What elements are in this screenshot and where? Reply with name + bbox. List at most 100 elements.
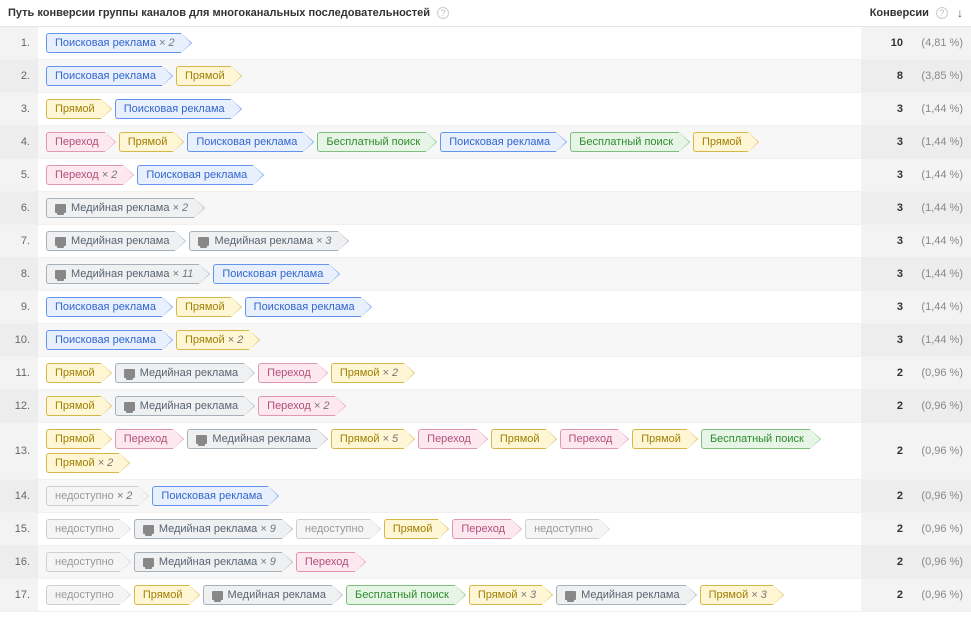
row-conversions: 3 bbox=[861, 291, 911, 324]
channel-chip-label: Медийная реклама bbox=[159, 520, 257, 538]
row-path: недоступноМедийная реклама× 9недоступноП… bbox=[38, 513, 861, 546]
row-index: 7. bbox=[0, 225, 38, 258]
row-conversions: 2 bbox=[861, 546, 911, 579]
channel-chip-unavailable: недоступно bbox=[46, 585, 120, 605]
channel-chip-paid_search: Поисковая реклама bbox=[46, 66, 162, 86]
table-row[interactable]: 14.недоступно× 2Поисковая реклама2(0,96 … bbox=[0, 480, 971, 513]
channel-chip-direct: Прямой bbox=[46, 99, 101, 119]
channel-chip-label: Прямой bbox=[55, 397, 95, 415]
row-index: 2. bbox=[0, 60, 38, 93]
row-percent: (0,96 %) bbox=[911, 423, 971, 480]
table-row[interactable]: 16.недоступноМедийная реклама× 9Переход2… bbox=[0, 546, 971, 579]
table-row[interactable]: 11.ПрямойМедийная рекламаПереходПрямой× … bbox=[0, 357, 971, 390]
row-conversions: 8 bbox=[861, 60, 911, 93]
channel-chip-label: Прямой bbox=[143, 586, 183, 604]
table-row[interactable]: 10.Поисковая рекламаПрямой× 23(1,44 %) bbox=[0, 324, 971, 357]
channel-chip-display: Медийная реклама× 2 bbox=[46, 198, 194, 218]
row-percent: (0,96 %) bbox=[911, 390, 971, 423]
channel-chip-label: Поисковая реклама bbox=[449, 133, 550, 151]
row-percent: (1,44 %) bbox=[911, 126, 971, 159]
display-icon bbox=[55, 204, 66, 213]
channel-chip-unavailable: недоступно bbox=[296, 519, 370, 539]
channel-chip-label: Прямой bbox=[340, 364, 380, 382]
channel-chip-referral: Переход bbox=[560, 429, 619, 449]
column-header-conversions-label: Конверсии bbox=[870, 7, 929, 19]
channel-chip-direct: Прямой bbox=[693, 132, 748, 152]
row-conversions: 2 bbox=[861, 513, 911, 546]
display-icon bbox=[565, 591, 576, 600]
table-row[interactable]: 2.Поисковая рекламаПрямой8(3,85 %) bbox=[0, 60, 971, 93]
channel-chip-label: Прямой bbox=[185, 331, 225, 349]
table-row[interactable]: 1.Поисковая реклама× 210(4,81 %) bbox=[0, 27, 971, 60]
channel-chip-unavailable: недоступно bbox=[46, 552, 120, 572]
table-row[interactable]: 13.ПрямойПереходМедийная рекламаПрямой× … bbox=[0, 423, 971, 480]
table-row[interactable]: 12.ПрямойМедийная рекламаПереход× 22(0,9… bbox=[0, 390, 971, 423]
channel-chip-label: недоступно bbox=[305, 520, 364, 538]
table-row[interactable]: 6.Медийная реклама× 23(1,44 %) bbox=[0, 192, 971, 225]
display-icon bbox=[198, 237, 209, 246]
channel-chip-label: Прямой bbox=[500, 430, 540, 448]
row-index: 14. bbox=[0, 480, 38, 513]
table-row[interactable]: 5.Переход× 2Поисковая реклама3(1,44 %) bbox=[0, 159, 971, 192]
row-path: недоступноМедийная реклама× 9Переход bbox=[38, 546, 861, 579]
help-icon[interactable]: ? bbox=[936, 7, 948, 19]
table-row[interactable]: 8.Медийная реклама× 11Поисковая реклама3… bbox=[0, 258, 971, 291]
channel-chip-unavailable: недоступно× 2 bbox=[46, 486, 138, 506]
channel-chip-multiplier: × 11 bbox=[172, 265, 193, 283]
table-row[interactable]: 9.Поисковая рекламаПрямойПоисковая рекла… bbox=[0, 291, 971, 324]
channel-chip-label: Переход bbox=[267, 397, 311, 415]
row-index: 15. bbox=[0, 513, 38, 546]
channel-chip-referral: Переход bbox=[452, 519, 511, 539]
row-conversions: 2 bbox=[861, 390, 911, 423]
row-conversions: 3 bbox=[861, 192, 911, 225]
row-percent: (1,44 %) bbox=[911, 159, 971, 192]
table-row[interactable]: 4.ПереходПрямойПоисковая рекламаБесплатн… bbox=[0, 126, 971, 159]
row-path: ПереходПрямойПоисковая рекламаБесплатный… bbox=[38, 126, 861, 159]
channel-chip-organic: Бесплатный поиск bbox=[701, 429, 810, 449]
table-row[interactable]: 7.Медийная рекламаМедийная реклама× 33(1… bbox=[0, 225, 971, 258]
row-index: 10. bbox=[0, 324, 38, 357]
channel-chip-label: Бесплатный поиск bbox=[710, 430, 804, 448]
channel-chip-paid_search: Поисковая реклама bbox=[137, 165, 253, 185]
display-icon bbox=[55, 270, 66, 279]
row-percent: (1,44 %) bbox=[911, 258, 971, 291]
channel-chip-multiplier: × 3 bbox=[316, 232, 332, 250]
channel-chip-paid_search: Поисковая реклама bbox=[213, 264, 329, 284]
channel-chip-referral: Переход× 2 bbox=[258, 396, 335, 416]
column-header-path[interactable]: Путь конверсии группы каналов для многок… bbox=[0, 0, 861, 27]
channel-chip-label: Медийная реклама bbox=[581, 586, 679, 604]
table-row[interactable]: 17.недоступноПрямойМедийная рекламаБеспл… bbox=[0, 579, 971, 612]
channel-chip-label: Медийная реклама bbox=[71, 199, 169, 217]
channel-chip-label: Переход bbox=[461, 520, 505, 538]
channel-chip-direct: Прямой× 3 bbox=[700, 585, 773, 605]
channel-chip-multiplier: × 2 bbox=[383, 364, 399, 382]
channel-chip-label: Поисковая реклама bbox=[55, 298, 156, 316]
channel-chip-label: Прямой bbox=[55, 100, 95, 118]
row-percent: (1,44 %) bbox=[911, 93, 971, 126]
channel-chip-organic: Бесплатный поиск bbox=[346, 585, 455, 605]
channel-chip-label: недоступно bbox=[55, 520, 114, 538]
channel-chip-label: Прямой bbox=[340, 430, 380, 448]
table-row[interactable]: 3.ПрямойПоисковая реклама3(1,44 %) bbox=[0, 93, 971, 126]
channel-chip-multiplier: × 2 bbox=[98, 454, 114, 472]
channel-chip-label: Медийная реклама bbox=[140, 364, 238, 382]
row-conversions: 2 bbox=[861, 480, 911, 513]
channel-chip-label: Медийная реклама bbox=[71, 232, 169, 250]
row-conversions: 3 bbox=[861, 159, 911, 192]
help-icon[interactable]: ? bbox=[437, 7, 449, 19]
row-path: Медийная реклама× 2 bbox=[38, 192, 861, 225]
row-index: 12. bbox=[0, 390, 38, 423]
row-conversions: 2 bbox=[861, 579, 911, 612]
row-conversions: 3 bbox=[861, 258, 911, 291]
row-path: Медийная реклама× 11 Поисковая реклама bbox=[38, 258, 861, 291]
table-row[interactable]: 15.недоступноМедийная реклама× 9недоступ… bbox=[0, 513, 971, 546]
row-path: Медийная рекламаМедийная реклама× 3 bbox=[38, 225, 861, 258]
channel-chip-label: Прямой bbox=[393, 520, 433, 538]
row-index: 3. bbox=[0, 93, 38, 126]
channel-chip-label: Медийная реклама bbox=[71, 265, 169, 283]
channel-chip-direct: Прямой× 5 bbox=[331, 429, 404, 449]
row-percent: (1,44 %) bbox=[911, 192, 971, 225]
column-header-conversions[interactable]: Конверсии ? ↓ bbox=[861, 0, 971, 27]
channel-chip-label: Переход bbox=[124, 430, 168, 448]
channel-chip-label: Прямой bbox=[709, 586, 749, 604]
